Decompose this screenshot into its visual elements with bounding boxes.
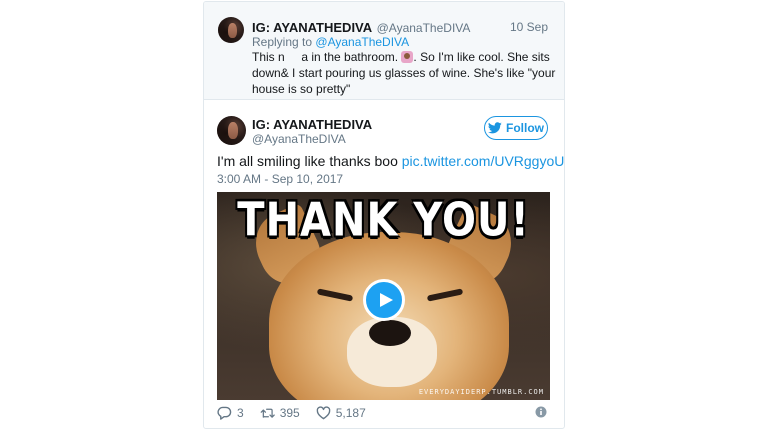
- replying-to-link[interactable]: @AyanaTheDIVA: [315, 35, 409, 49]
- reply-button[interactable]: 3: [217, 406, 244, 420]
- user-handle[interactable]: @AyanaTheDIVA: [377, 21, 471, 35]
- parent-tweet-text: This n a in the bathroom. . So I'm like …: [252, 49, 556, 97]
- tweet-actions: 3 395 5,187: [217, 405, 382, 421]
- heart-icon: [316, 406, 331, 420]
- replying-to: Replying to @AyanaTheDIVA: [252, 35, 409, 49]
- twitter-bird-icon: [488, 122, 502, 134]
- like-count: 5,187: [335, 406, 366, 420]
- display-name[interactable]: IG: AYANATHEDIVA: [252, 117, 372, 132]
- replying-prefix: Replying to: [252, 35, 313, 49]
- display-name[interactable]: IG: AYANATHEDIVA: [252, 20, 372, 35]
- pic-link[interactable]: pic.twitter.com/UVRggyoUjf: [402, 153, 564, 169]
- tweet-timestamp[interactable]: 3:00 AM - Sep 10, 2017: [217, 172, 343, 186]
- gif-watermark: EVERYDAYIDERP.TUMBLR.COM: [418, 388, 544, 396]
- info-icon[interactable]: [535, 406, 547, 418]
- reply-icon: [217, 406, 232, 420]
- tweet-date[interactable]: 10 Sep: [510, 20, 548, 34]
- follow-button[interactable]: Follow: [484, 116, 548, 140]
- tweet-body: I'm all smiling like thanks boo: [217, 153, 402, 169]
- embedded-tweet-card: IG: AYANATHEDIVA @AyanaTheDIVA 10 Sep Re…: [203, 1, 565, 429]
- tweet-text-part1: This n a in the bathroom.: [252, 50, 402, 64]
- user-handle[interactable]: @AyanaTheDIVA: [252, 132, 346, 146]
- tweet-text: I'm all smiling like thanks boo pic.twit…: [217, 153, 564, 169]
- play-button[interactable]: [363, 279, 405, 321]
- avatar[interactable]: [217, 116, 246, 145]
- gif-caption: THANK YOU!: [237, 194, 530, 247]
- reply-count: 3: [237, 406, 244, 420]
- avatar[interactable]: [218, 17, 244, 43]
- follow-label: Follow: [506, 121, 544, 135]
- play-icon: [379, 293, 393, 307]
- gif-media[interactable]: THANK YOU! EVERYDAYIDERP.TUMBLR.COM: [217, 192, 550, 400]
- parent-tweet[interactable]: IG: AYANATHEDIVA @AyanaTheDIVA 10 Sep Re…: [204, 2, 564, 100]
- retweet-button[interactable]: 395: [260, 406, 300, 420]
- retweet-icon: [260, 408, 275, 418]
- like-button[interactable]: 5,187: [316, 406, 366, 420]
- retweet-count: 395: [279, 406, 300, 420]
- woman-emoji-icon: [401, 51, 414, 63]
